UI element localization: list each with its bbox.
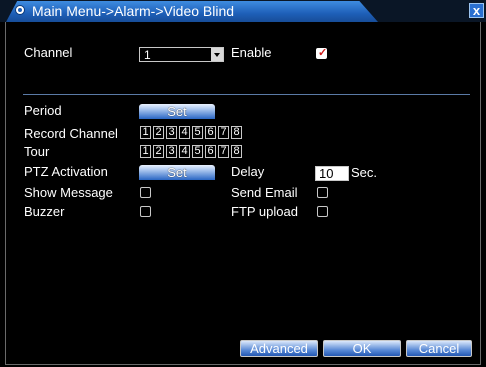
ok-button[interactable]: OK	[323, 340, 401, 357]
chevron-down-icon[interactable]	[211, 48, 223, 61]
record-channel-6[interactable]: 6	[205, 126, 216, 139]
divider	[23, 94, 470, 95]
record-channel-8[interactable]: 8	[231, 126, 242, 139]
tour-channel-3[interactable]: 3	[166, 145, 177, 158]
send-email-checkbox[interactable]	[317, 187, 328, 198]
channel-select-value: 1	[144, 48, 151, 62]
period-set-button[interactable]: Set	[139, 104, 215, 119]
enable-label: Enable	[231, 45, 272, 60]
checkmark-icon: ✓	[318, 47, 328, 59]
tour-channel-2[interactable]: 2	[153, 145, 164, 158]
delay-input[interactable]: 10	[315, 166, 349, 181]
ftp-upload-label: FTP upload	[231, 204, 298, 219]
channel-label: Channel	[24, 45, 73, 60]
tour-channel-5[interactable]: 5	[192, 145, 203, 158]
record-channel-7[interactable]: 7	[218, 126, 229, 139]
send-email-label: Send Email	[231, 185, 298, 200]
ptz-activation-label: PTZ Activation	[24, 164, 108, 179]
record-channel-5[interactable]: 5	[192, 126, 203, 139]
advanced-button[interactable]: Advanced	[240, 340, 318, 357]
ftp-upload-checkbox[interactable]	[317, 206, 328, 217]
close-icon[interactable]: x	[469, 3, 484, 18]
record-channel-buttons: 1 2 3 4 5 6 7 8	[140, 126, 242, 139]
channel-select[interactable]: 1	[139, 47, 224, 62]
delay-label: Delay	[231, 164, 265, 179]
cancel-button[interactable]: Cancel	[406, 340, 472, 357]
title-bar: Main Menu->Alarm->Video Blind x	[0, 0, 486, 22]
show-message-checkbox[interactable]	[140, 187, 151, 198]
tour-channel-8[interactable]: 8	[231, 145, 242, 158]
buzzer-label: Buzzer	[24, 204, 65, 219]
tour-channel-7[interactable]: 7	[218, 145, 229, 158]
menu-dot-icon	[15, 5, 25, 15]
ptz-set-button[interactable]: Set	[139, 165, 215, 180]
window-title: Main Menu->Alarm->Video Blind	[32, 3, 235, 19]
period-label: Period	[24, 103, 62, 118]
tour-channel-4[interactable]: 4	[179, 145, 190, 158]
record-channel-3[interactable]: 3	[166, 126, 177, 139]
tour-channel-buttons: 1 2 3 4 5 6 7 8	[140, 145, 242, 158]
show-message-label: Show Message	[24, 185, 113, 200]
tour-channel-6[interactable]: 6	[205, 145, 216, 158]
record-channel-label: Record Channel	[24, 126, 118, 141]
enable-checkbox[interactable]: ✓	[316, 47, 328, 59]
video-blind-window: Main Menu->Alarm->Video Blind x Channel …	[0, 0, 486, 367]
tour-label: Tour	[24, 144, 50, 159]
delay-unit: Sec.	[351, 165, 378, 180]
record-channel-2[interactable]: 2	[153, 126, 164, 139]
record-channel-1[interactable]: 1	[140, 126, 151, 139]
tour-channel-1[interactable]: 1	[140, 145, 151, 158]
record-channel-4[interactable]: 4	[179, 126, 190, 139]
buzzer-checkbox[interactable]	[140, 206, 151, 217]
